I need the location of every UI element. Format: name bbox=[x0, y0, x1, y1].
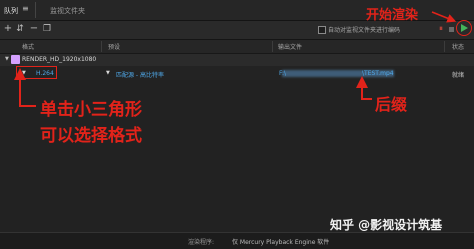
output-row[interactable] bbox=[0, 66, 474, 80]
start-queue-button[interactable] bbox=[461, 24, 468, 32]
output-file-suffix[interactable]: \TEST.mp4 bbox=[362, 70, 394, 77]
output-file-prefix[interactable]: F:\ bbox=[279, 70, 286, 77]
after-effects-icon bbox=[11, 55, 20, 64]
add-output-icon[interactable]: ⇵ bbox=[15, 22, 25, 36]
auto-encode-label: 自动对监视文件夹进行编码 bbox=[328, 27, 401, 34]
annotation-line-2: 可以选择格式 bbox=[40, 126, 142, 146]
collapse-icon[interactable]: ▼ bbox=[5, 56, 9, 62]
column-divider bbox=[101, 41, 102, 52]
renderer-dropdown[interactable]: 仅 Mercury Playback Engine 软件 bbox=[232, 237, 329, 246]
duplicate-icon[interactable]: ❐ bbox=[42, 22, 52, 36]
column-output[interactable]: 输出文件 bbox=[278, 42, 302, 51]
column-divider bbox=[444, 41, 445, 52]
queue-item-name: RENDER_HD_1920x1080 bbox=[22, 56, 97, 63]
annotation-line-1: 单击小三角形 bbox=[40, 100, 142, 120]
tab-queue[interactable]: 队列 bbox=[4, 6, 18, 16]
column-header-row bbox=[0, 40, 474, 54]
column-status[interactable]: 状态 bbox=[452, 42, 464, 51]
remove-icon[interactable]: − bbox=[29, 22, 39, 36]
annotation-click-triangle: 单击小三角形 可以选择格式 bbox=[40, 97, 142, 149]
annotation-suffix: 后缀 bbox=[375, 95, 408, 114]
auto-encode-checkbox[interactable] bbox=[318, 26, 326, 34]
add-source-icon[interactable]: + bbox=[3, 22, 13, 36]
panel-menu-icon[interactable]: ≡ bbox=[22, 4, 29, 13]
preset-dropdown-triangle-icon[interactable]: ▼ bbox=[106, 70, 110, 76]
status-value: 就绪 bbox=[452, 72, 465, 79]
pause-icon[interactable]: ⏸ bbox=[439, 24, 443, 34]
column-preset[interactable]: 预设 bbox=[108, 42, 120, 51]
column-format[interactable]: 格式 bbox=[22, 42, 34, 51]
watermark: 知乎 @影视设计筑基 bbox=[330, 218, 443, 232]
queue-toolbar bbox=[0, 21, 474, 40]
preset-value[interactable]: 匹配源 - 高比特率 bbox=[116, 70, 164, 79]
format-dropdown-triangle-icon[interactable]: ▼ bbox=[22, 70, 26, 76]
renderer-label: 渲染程序: bbox=[188, 239, 215, 246]
column-divider bbox=[272, 41, 273, 52]
tab-watch-folder[interactable]: 监视文件夹 bbox=[50, 6, 85, 16]
stop-button[interactable] bbox=[449, 27, 454, 32]
annotation-start-render: 开始渲染 bbox=[366, 8, 419, 23]
format-value[interactable]: H.264 bbox=[36, 70, 54, 77]
tab-divider bbox=[35, 2, 36, 18]
